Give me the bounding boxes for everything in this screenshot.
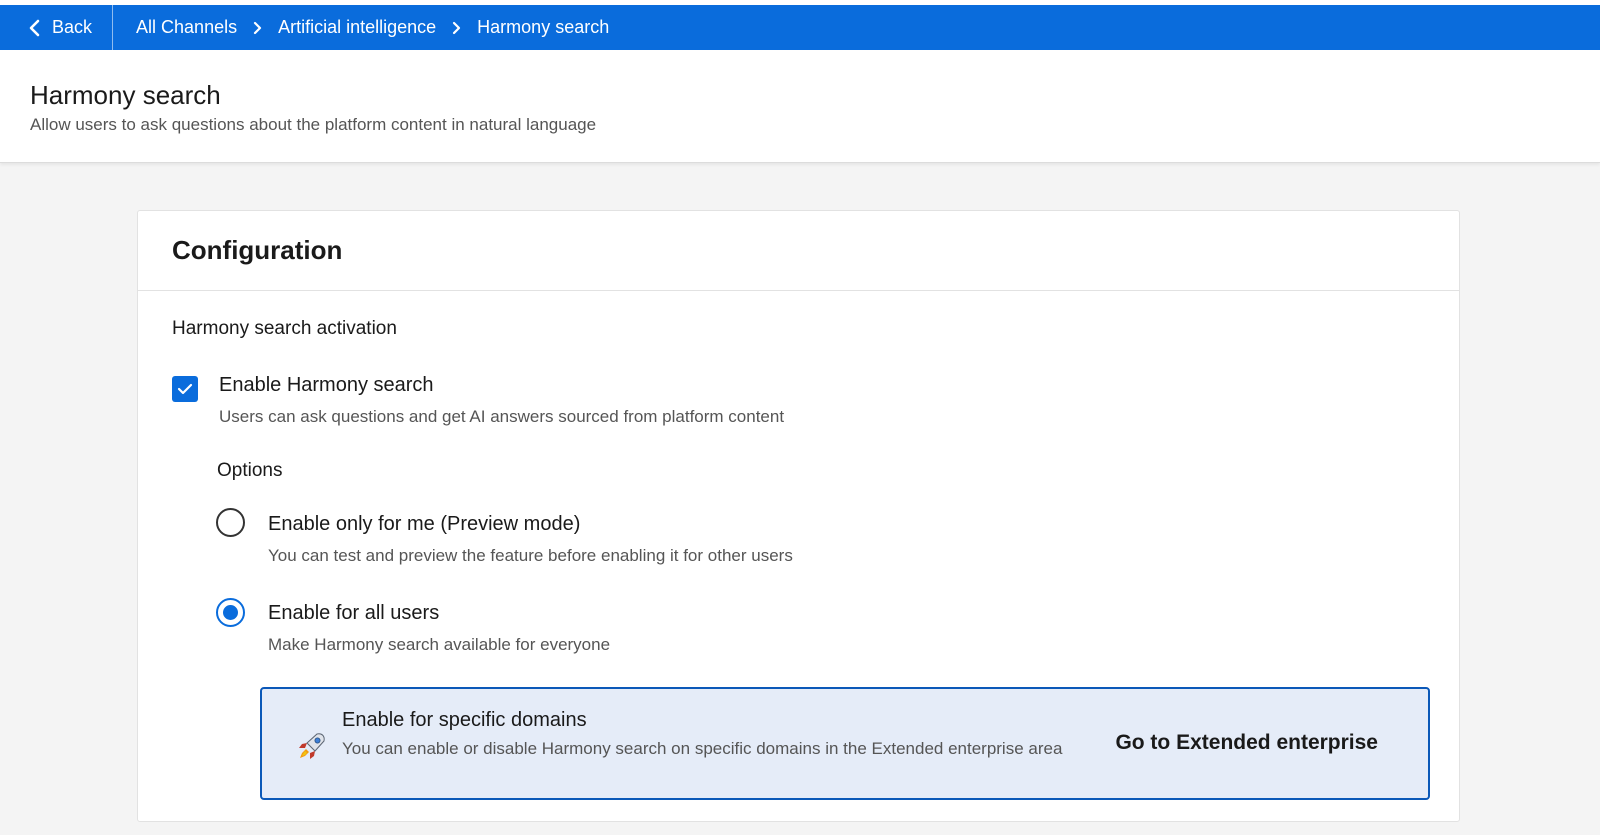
chevron-right-icon xyxy=(452,21,461,35)
chevron-right-icon xyxy=(253,21,262,35)
card-header: Configuration xyxy=(138,211,1459,291)
section-title: Harmony search activation xyxy=(172,318,397,339)
chevron-left-icon xyxy=(29,19,40,36)
breadcrumb: All Channels Artificial intelligence Har… xyxy=(113,17,609,38)
radio-all-users[interactable] xyxy=(216,598,245,627)
top-navigation-bar: Back All Channels Artificial intelligenc… xyxy=(0,5,1600,50)
configuration-card: Configuration Harmony search activation … xyxy=(137,210,1460,822)
radio-preview-mode-description: You can test and preview the feature bef… xyxy=(268,546,793,565)
banner-title: Enable for specific domains xyxy=(342,709,587,731)
breadcrumb-harmony-search: Harmony search xyxy=(477,17,610,37)
radio-all-users-description: Make Harmony search available for everyo… xyxy=(268,635,611,654)
checkmark-icon xyxy=(177,383,193,395)
radio-preview-mode[interactable] xyxy=(216,508,245,537)
go-to-extended-enterprise-link[interactable]: Go to Extended enterprise xyxy=(1115,731,1378,755)
enable-harmony-checkbox[interactable] xyxy=(172,376,198,402)
options-title: Options xyxy=(217,460,283,481)
banner-description: You can enable or disable Harmony search… xyxy=(342,739,1063,758)
specific-domains-banner: Enable for specific domains You can enab… xyxy=(260,687,1430,800)
back-button[interactable]: Back xyxy=(0,5,114,50)
breadcrumb-artificial-intelligence[interactable]: Artificial intelligence xyxy=(278,17,436,38)
card-title: Configuration xyxy=(172,235,343,265)
radio-preview-mode-label[interactable]: Enable only for me (Preview mode) xyxy=(268,513,580,536)
page-title: Harmony search xyxy=(30,80,221,110)
rocket-icon xyxy=(299,733,325,759)
page-header: Harmony search Allow users to ask questi… xyxy=(0,50,1600,163)
breadcrumb-all-channels[interactable]: All Channels xyxy=(136,17,237,38)
enable-harmony-description: Users can ask questions and get AI answe… xyxy=(219,407,785,426)
back-label: Back xyxy=(52,17,93,37)
enable-harmony-label[interactable]: Enable Harmony search xyxy=(219,374,434,397)
page-subtitle: Allow users to ask questions about the p… xyxy=(30,115,597,134)
radio-all-users-label[interactable]: Enable for all users xyxy=(268,602,439,625)
